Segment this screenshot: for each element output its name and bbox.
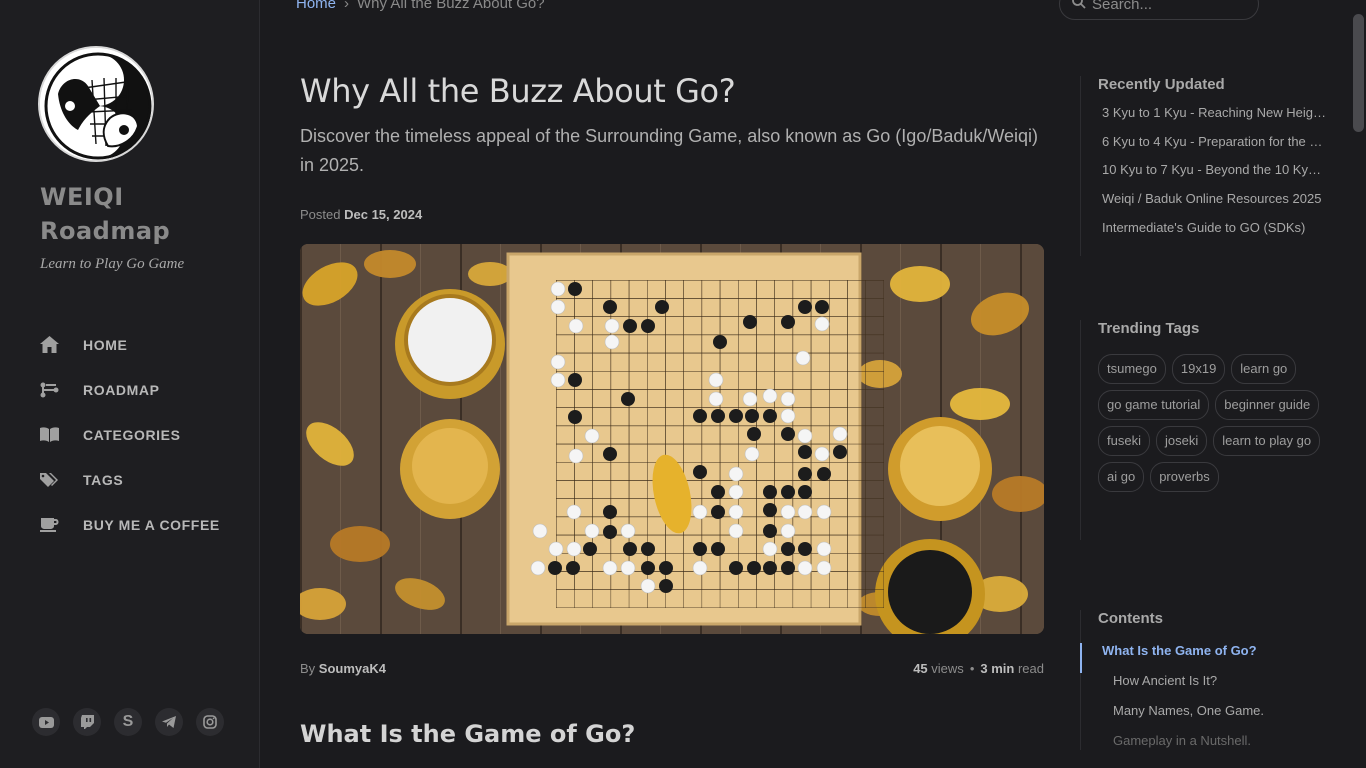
tag-chip[interactable]: joseki — [1155, 426, 1208, 456]
tags-icon — [40, 472, 83, 488]
trending-tags-panel: Trending Tags tsumego 19x19 learn go go … — [1080, 320, 1340, 540]
views-count: 45 — [913, 661, 928, 676]
tag-chip[interactable]: proverbs — [1150, 462, 1219, 492]
breadcrumb-home-link[interactable]: Home — [296, 0, 336, 12]
post-date: Posted Dec 15, 2024 — [300, 207, 422, 222]
read-label: read — [1017, 661, 1044, 676]
toc-item[interactable]: Gameplay in a Nutshell. — [1081, 733, 1340, 763]
search-box[interactable] — [1059, 0, 1259, 20]
posted-label: Posted — [300, 207, 341, 222]
recently-updated-panel: Recently Updated 3 Kyu to 1 Kyu - Reachi… — [1080, 76, 1340, 256]
sidebar-nav: HOME ROADMAP CATEGORIES TAGS BUY ME A CO… — [40, 322, 220, 547]
nav-item-buy-me-a-coffee[interactable]: BUY ME A COFFEE — [40, 502, 220, 547]
section-heading: What Is the Game of Go? — [300, 720, 636, 748]
recently-updated-heading: Recently Updated — [1098, 76, 1225, 93]
nav-item-categories[interactable]: CATEGORIES — [40, 412, 220, 457]
nav-label-categories: CATEGORIES — [83, 426, 181, 443]
scrollbar-thumb[interactable] — [1353, 14, 1364, 132]
post-stats: 45 views • 3 min read — [913, 661, 1044, 676]
youtube-icon[interactable] — [32, 708, 60, 736]
nav-label-roadmap: ROADMAP — [83, 381, 160, 398]
tag-chip[interactable]: tsumego — [1098, 354, 1166, 384]
go-board-image — [300, 244, 1044, 634]
nav-item-roadmap[interactable]: ROADMAP — [40, 367, 220, 412]
contents-heading: Contents — [1098, 610, 1163, 627]
read-time: 3 min — [980, 661, 1015, 676]
author-name[interactable]: SoumyaK4 — [319, 661, 386, 676]
book-icon — [40, 427, 83, 442]
toc-item-active[interactable]: What Is the Game of Go? — [1080, 643, 1340, 673]
recent-post-link[interactable]: Weiqi / Baduk Online Resources 2025 — [1102, 191, 1326, 220]
recent-post-link[interactable]: 10 Kyu to 7 Kyu - Beyond the 10 Kyu Barr… — [1102, 162, 1326, 191]
home-icon — [40, 336, 83, 353]
post-description: Discover the timeless appeal of the Surr… — [300, 126, 1039, 175]
toc-item[interactable]: How Ancient Is It? — [1081, 673, 1340, 703]
breadcrumb: Home › Why All the Buzz About Go? — [296, 0, 545, 12]
nav-item-tags[interactable]: TAGS — [40, 457, 220, 502]
post-author: By SoumyaK4 — [300, 661, 386, 676]
site-logo-icon — [40, 48, 152, 160]
page-scrollbar[interactable] — [1351, 0, 1366, 768]
twitch-icon[interactable] — [73, 708, 101, 736]
social-links: S — [32, 708, 224, 736]
tag-chip[interactable]: 19x19 — [1171, 354, 1226, 384]
post-title: Why All the Buzz About Go? — [300, 72, 736, 110]
toc-item[interactable]: Many Names, One Game. — [1081, 703, 1340, 733]
site-title[interactable]: WEIQI Roadmap — [40, 180, 240, 248]
recent-post-link[interactable]: 6 Kyu to 4 Kyu - Preparation for the Dan… — [1102, 134, 1326, 163]
nav-label-buy-me-a-coffee: BUY ME A COFFEE — [83, 516, 220, 533]
recent-post-link[interactable]: 3 Kyu to 1 Kyu - Reaching New Heights — [1102, 105, 1326, 134]
views-label: views — [931, 661, 964, 676]
s-icon[interactable]: S — [114, 708, 142, 736]
avatar[interactable] — [38, 46, 154, 162]
hero-image — [300, 244, 1044, 634]
search-input[interactable] — [1092, 0, 1252, 13]
tag-chip[interactable]: learn go — [1231, 354, 1297, 384]
sidebar: WEIQI Roadmap Learn to Play Go Game HOME… — [0, 0, 260, 768]
breadcrumb-current: Why All the Buzz About Go? — [357, 0, 545, 12]
tag-chip[interactable]: ai go — [1098, 462, 1145, 492]
roadmap-icon — [40, 382, 83, 398]
nav-label-tags: TAGS — [83, 471, 124, 488]
tag-chip[interactable]: fuseki — [1098, 426, 1150, 456]
tag-chip[interactable]: learn to play go — [1213, 426, 1321, 456]
stats-separator: • — [969, 661, 975, 676]
posted-date: Dec 15, 2024 — [344, 207, 423, 222]
nav-label-home: HOME — [83, 336, 128, 353]
nav-item-home[interactable]: HOME — [40, 322, 220, 367]
table-of-contents: Contents What Is the Game of Go? How Anc… — [1080, 610, 1340, 750]
telegram-icon[interactable] — [155, 708, 183, 736]
trending-tags-heading: Trending Tags — [1098, 320, 1200, 337]
tag-chip[interactable]: beginner guide — [1215, 390, 1320, 420]
breadcrumb-separator: › — [344, 0, 350, 12]
by-label: By — [300, 661, 316, 676]
instagram-icon[interactable] — [196, 708, 224, 736]
recent-post-link[interactable]: Intermediate's Guide to GO (SDKs) — [1102, 220, 1326, 249]
coffee-icon — [40, 517, 83, 532]
tag-chip[interactable]: go game tutorial — [1098, 390, 1210, 420]
site-subtitle: Learn to Play Go Game — [40, 256, 185, 272]
search-icon — [1072, 0, 1086, 14]
